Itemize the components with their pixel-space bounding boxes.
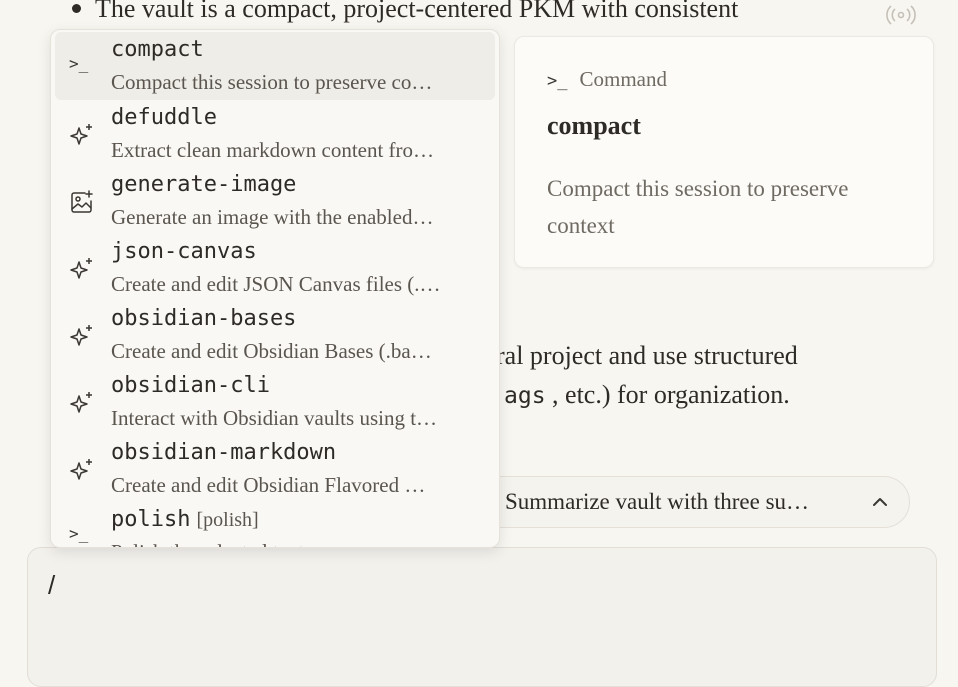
detail-description: Compact this session to preserve context (547, 176, 849, 238)
menu-item-name: obsidian-markdown (111, 440, 337, 465)
terminal-prompt-icon: >_ (547, 71, 568, 91)
menu-item-description: Extract clean markdown content fro… (111, 138, 435, 162)
chat-input-value[interactable]: / (48, 570, 55, 601)
menu-item-defuddle[interactable]: defuddle Extract clean markdown content … (55, 100, 495, 168)
message-text-line-3: ags , etc.) for organization. (504, 380, 790, 410)
menu-item-polish[interactable]: >_ polish[polish] Polish the selected te… (55, 502, 495, 547)
menu-item-description: Create and edit JSON Canvas files (.… (111, 272, 441, 296)
chat-input[interactable]: / (27, 547, 937, 687)
menu-item-obsidian-bases[interactable]: obsidian-bases Create and edit Obsidian … (55, 301, 495, 369)
suggestion-pill[interactable]: Summarize vault with three su… (470, 476, 910, 528)
message-text: The vault is a compact, project-centered… (95, 0, 739, 23)
terminal-prompt-icon: >_ (69, 54, 89, 73)
menu-item-name: compact (111, 37, 204, 62)
menu-item-generate-image[interactable]: generate-image Generate an image with th… (55, 167, 495, 235)
menu-item-name: obsidian-cli (111, 373, 270, 398)
sparkles-icon (70, 258, 92, 279)
menu-item-name: json-canvas (111, 239, 257, 264)
menu-item-compact[interactable]: >_ compact Compact this session to prese… (55, 32, 495, 100)
detail-kind: >_ Command (547, 67, 667, 92)
menu-item-obsidian-markdown[interactable]: obsidian-markdown Create and edit Obsidi… (55, 435, 495, 503)
menu-item-json-canvas[interactable]: json-canvas Create and edit JSON Canvas … (55, 234, 495, 302)
sparkles-icon (70, 392, 92, 413)
detail-kind-label: Command (579, 67, 667, 91)
menu-item-description: Polish the selected text (111, 540, 486, 547)
detail-title: compact (547, 111, 641, 140)
menu-item-description: Create and edit Obsidian Bases (.ba… (111, 339, 432, 363)
terminal-prompt-icon: >_ (69, 524, 89, 543)
sparkles-icon (70, 325, 92, 346)
menu-item-description: Create and edit Obsidian Flavored … (111, 473, 426, 497)
image-plus-icon (71, 190, 93, 213)
command-detail-panel: >_ Command compact Compact this session t… (514, 36, 934, 268)
sparkles-icon (70, 124, 92, 145)
sparkles-icon (70, 459, 92, 480)
menu-item-alias: [polish] (196, 509, 259, 531)
bullet-dot (72, 3, 81, 13)
menu-item-name: generate-image (111, 172, 297, 197)
menu-item-obsidian-cli[interactable]: obsidian-cli Interact with Obsidian vaul… (55, 368, 495, 436)
message-bullet-line: The vault is a compact, project-centered… (72, 0, 738, 24)
menu-item-name: polish (111, 507, 191, 532)
menu-item-description: Generate an image with the enabled… (111, 205, 434, 229)
broadcast-icon[interactable] (884, 0, 918, 30)
message-text-line-2: ral project and use structured (496, 341, 798, 370)
menu-item-description: Compact this session to preserve co… (111, 70, 433, 94)
slash-command-menu: >_ compact Compact this session to prese… (50, 29, 500, 548)
inline-code: ags (504, 383, 546, 409)
menu-item-name: defuddle (111, 105, 217, 130)
message-text: , etc.) for organization. (552, 380, 790, 409)
menu-item-description: Interact with Obsidian vaults using t… (111, 406, 438, 430)
menu-item-name: obsidian-bases (111, 306, 297, 331)
chevron-up-icon[interactable] (869, 491, 891, 513)
suggestion-label: Summarize vault with three su… (505, 489, 810, 514)
